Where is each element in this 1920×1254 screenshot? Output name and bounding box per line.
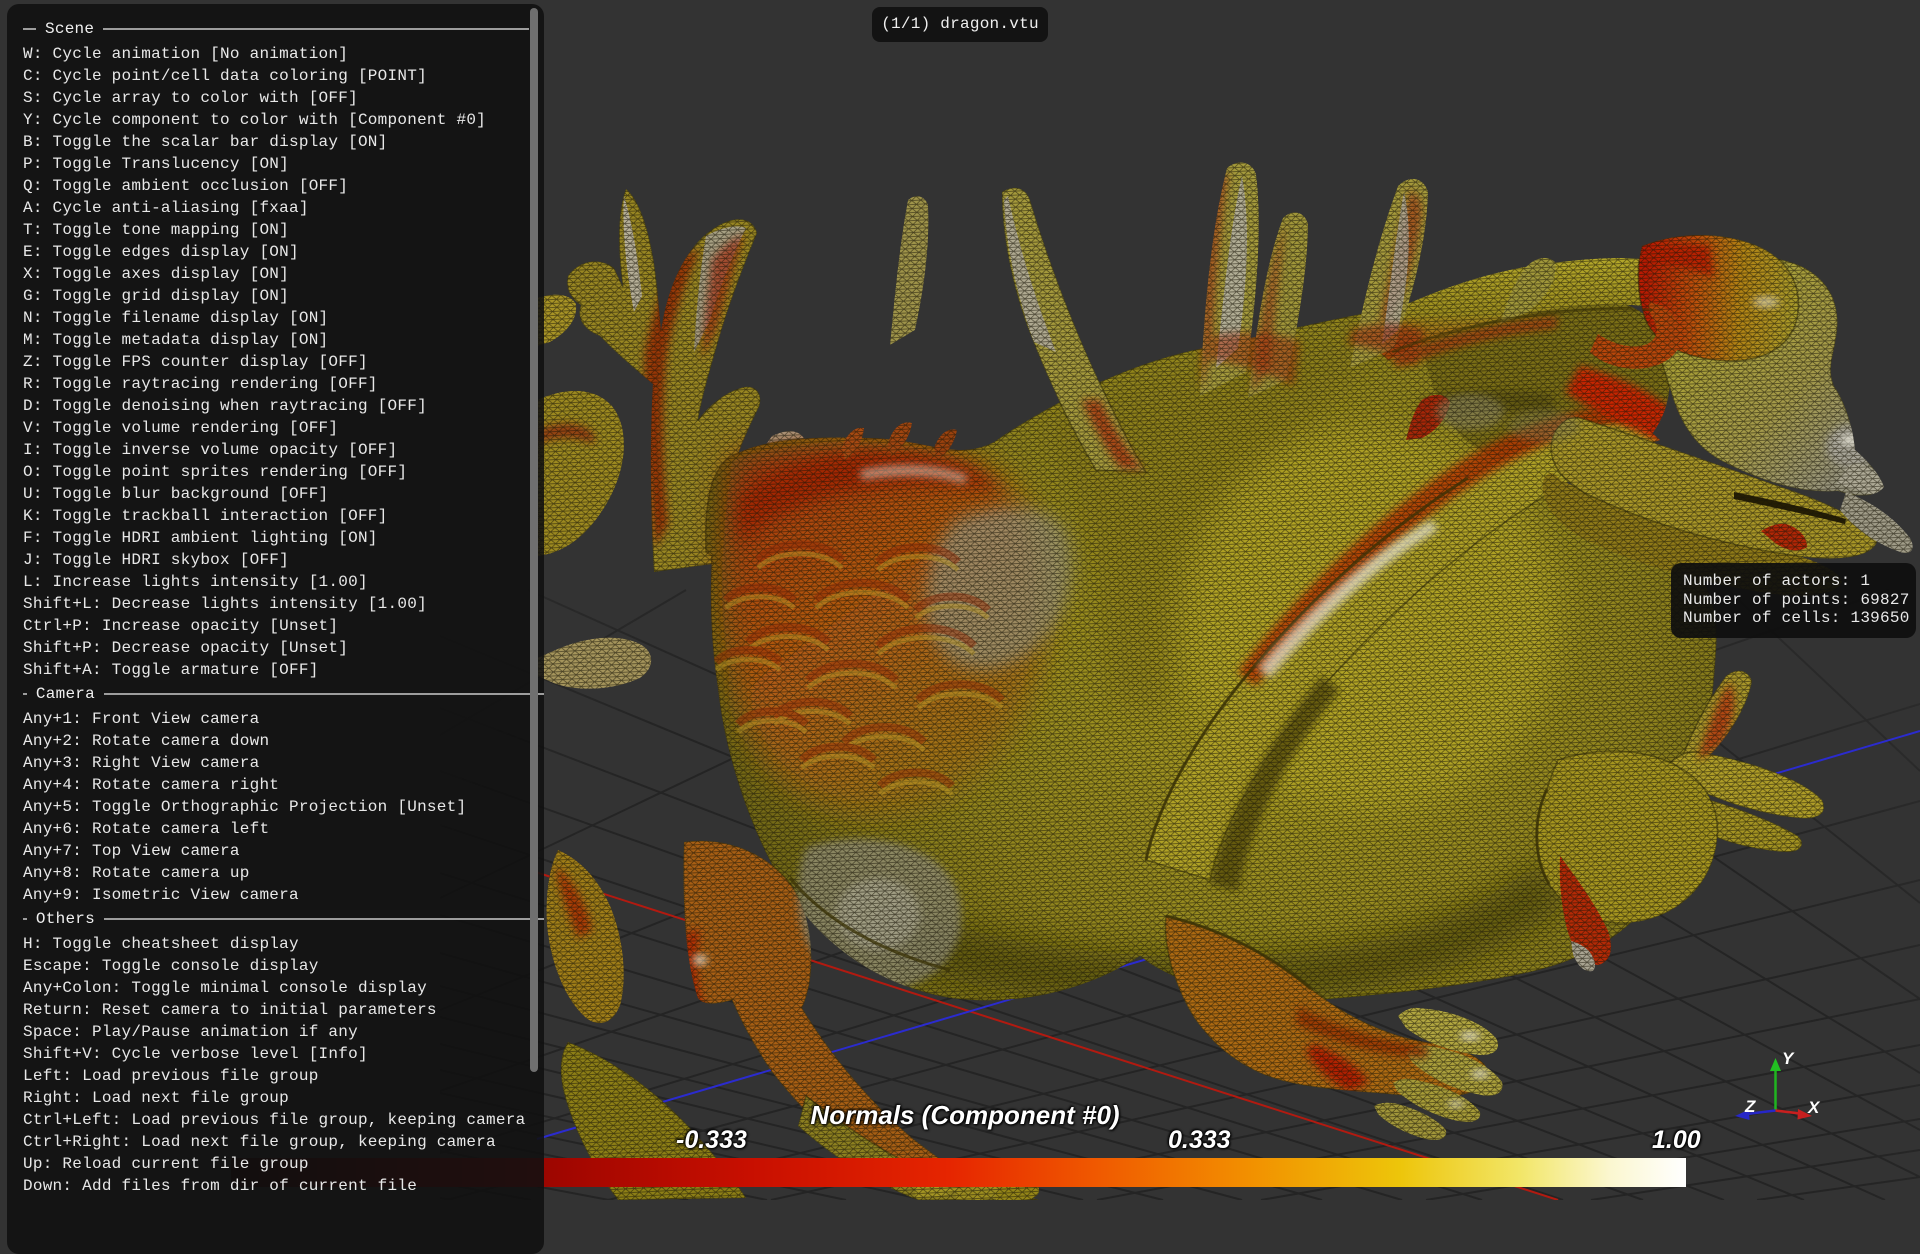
svg-text:Y: Y — [1782, 1049, 1795, 1068]
svg-text:X: X — [1807, 1098, 1821, 1117]
svg-text:Z: Z — [1744, 1097, 1756, 1116]
